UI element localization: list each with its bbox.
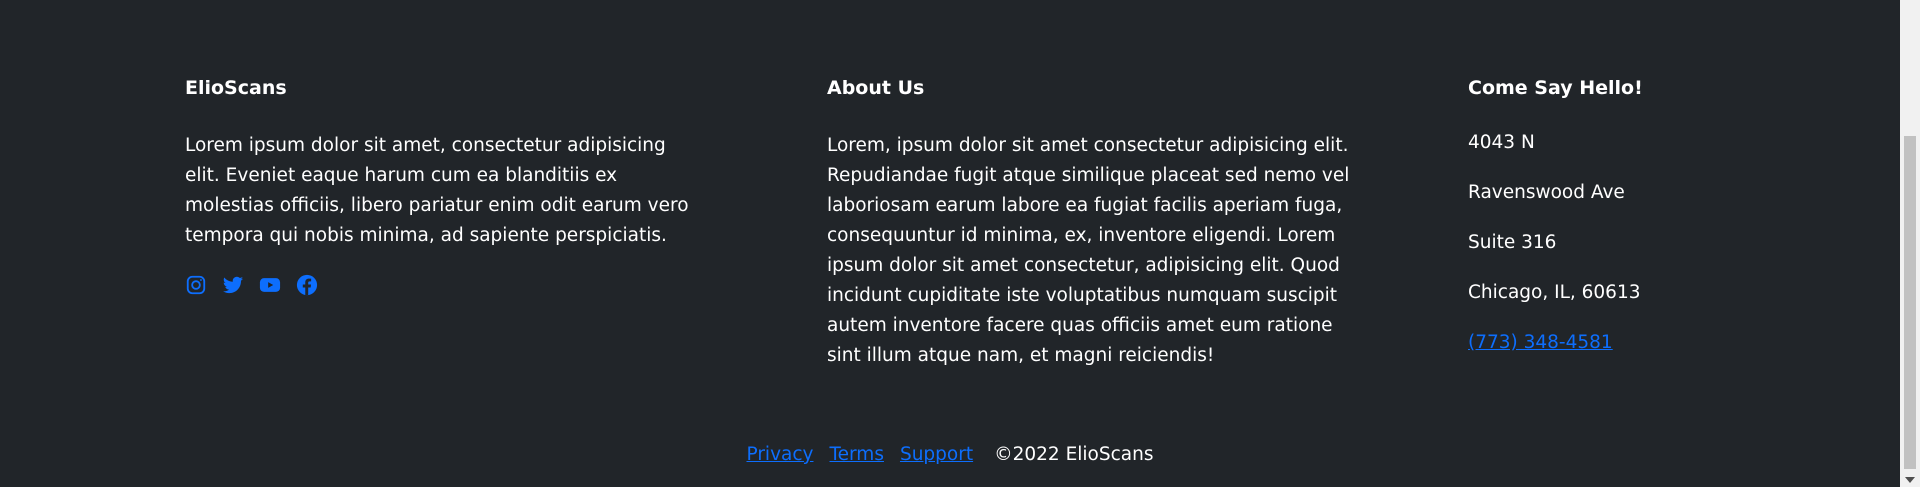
- instagram-icon[interactable]: [185, 274, 207, 296]
- brand-heading: ElioScans: [185, 77, 287, 99]
- scroll-down-arrow-icon[interactable]: [1905, 477, 1915, 483]
- contact-heading: Come Say Hello!: [1468, 77, 1643, 99]
- copyright-text: ©2022 ElioScans: [994, 444, 1154, 465]
- vertical-scrollbar[interactable]: [1900, 0, 1920, 487]
- address-line-city: Chicago, IL, 60613: [1468, 282, 1641, 303]
- twitter-icon[interactable]: [222, 274, 244, 296]
- brand-column: ElioScans Lorem ipsum dolor sit amet, co…: [185, 76, 705, 296]
- about-description: Lorem, ipsum dolor sit amet consectetur …: [827, 135, 1350, 366]
- youtube-icon[interactable]: [259, 274, 281, 296]
- facebook-icon[interactable]: [296, 274, 318, 296]
- address-line-suite: Suite 316: [1468, 232, 1557, 253]
- privacy-link[interactable]: Privacy: [747, 443, 814, 467]
- about-heading: About Us: [827, 77, 925, 99]
- address-line-avenue: Ravenswood Ave: [1468, 182, 1625, 203]
- contact-column: Come Say Hello! 4043 N Ravenswood Ave Su…: [1468, 76, 1768, 355]
- site-footer: ElioScans Lorem ipsum dolor sit amet, co…: [0, 0, 1900, 487]
- phone-link[interactable]: (773) 348-4581: [1468, 332, 1613, 353]
- address-line-street: 4043 N: [1468, 132, 1535, 153]
- social-links: [185, 274, 705, 296]
- footer-bottom-bar: Privacy Terms Support ©2022 ElioScans: [0, 443, 1900, 467]
- about-column: About Us Lorem, ipsum dolor sit amet con…: [827, 76, 1352, 371]
- support-link[interactable]: Support: [900, 443, 973, 467]
- brand-description: Lorem ipsum dolor sit amet, consectetur …: [185, 135, 689, 246]
- terms-link[interactable]: Terms: [829, 443, 883, 467]
- scrollbar-thumb[interactable]: [1904, 136, 1916, 469]
